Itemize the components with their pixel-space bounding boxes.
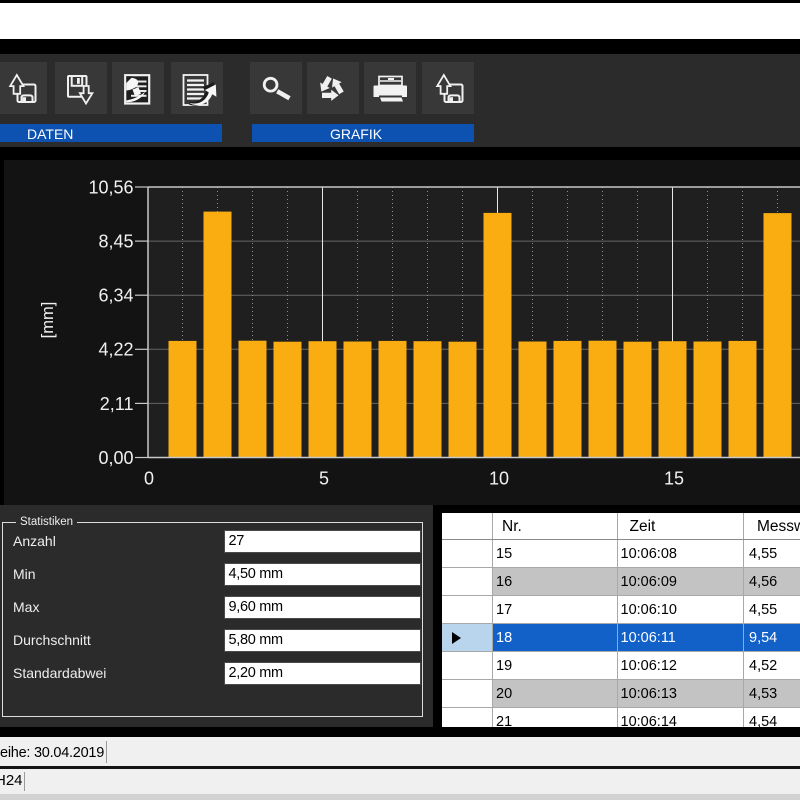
svg-text:0,00: 0,00 [98, 448, 133, 468]
svg-text:4,22: 4,22 [98, 340, 133, 360]
svg-text:[mm]: [mm] [39, 302, 57, 339]
svg-text:2,11: 2,11 [100, 394, 134, 414]
svg-text:6,34: 6,34 [98, 286, 133, 306]
svg-text:8,45: 8,45 [98, 232, 133, 252]
svg-text:10,56: 10,56 [88, 177, 133, 197]
svg-text:0: 0 [144, 469, 154, 489]
svg-text:10: 10 [489, 469, 509, 489]
svg-text:15: 15 [664, 469, 684, 489]
svg-text:5: 5 [319, 469, 329, 489]
